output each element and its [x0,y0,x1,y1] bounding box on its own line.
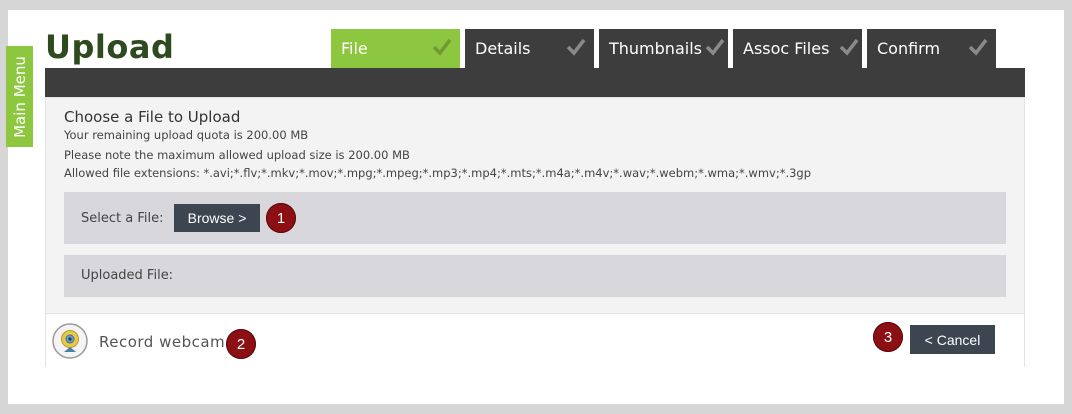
tab-assoc-files[interactable]: Assoc Files [733,29,862,68]
tab-thumbnails[interactable]: Thumbnails [599,29,728,68]
upload-panel: Choose a File to Upload Your remaining u… [45,97,1025,367]
cancel-button[interactable]: < Cancel [910,325,995,354]
record-webcam-link[interactable]: Record webcam [99,333,225,351]
check-icon [705,38,725,56]
check-icon [566,38,586,56]
file-select-row: Select a File: Browse > 1 [64,192,1006,244]
quota-text: Your remaining upload quota is 200.00 MB [64,128,309,142]
main-menu-tab[interactable]: Main Menu [6,46,33,147]
extensions-text: Allowed file extensions: *.avi;*.flv;*.m… [64,166,812,180]
tab-details-label: Details [475,39,531,58]
max-size-text: Please note the maximum allowed upload s… [64,148,410,162]
tab-file[interactable]: File [331,29,460,68]
uploaded-file-label: Uploaded File: [81,268,174,283]
check-icon [432,38,452,56]
main-menu-label: Main Menu [10,55,29,138]
check-icon [839,38,859,56]
tab-confirm[interactable]: Confirm [867,29,996,68]
page-title: Upload [45,28,175,66]
panel-footer: Record webcam 2 3 < Cancel [46,313,1024,367]
tab-content-bar [45,68,1025,97]
step-badge-1: 1 [266,203,296,233]
step-badge-3: 3 [873,322,903,352]
tab-assoc-files-label: Assoc Files [743,39,830,58]
tab-file-label: File [341,39,368,58]
uploaded-file-row: Uploaded File: [64,255,1006,297]
step-badge-2: 2 [226,329,256,359]
tab-details[interactable]: Details [465,29,594,68]
upload-heading: Choose a File to Upload [64,108,241,126]
browse-button[interactable]: Browse > [174,204,260,232]
check-icon [968,38,988,56]
tab-confirm-label: Confirm [877,39,941,58]
webcam-icon[interactable] [52,323,88,359]
tab-thumbnails-label: Thumbnails [609,39,702,58]
select-file-label: Select a File: [81,211,164,226]
